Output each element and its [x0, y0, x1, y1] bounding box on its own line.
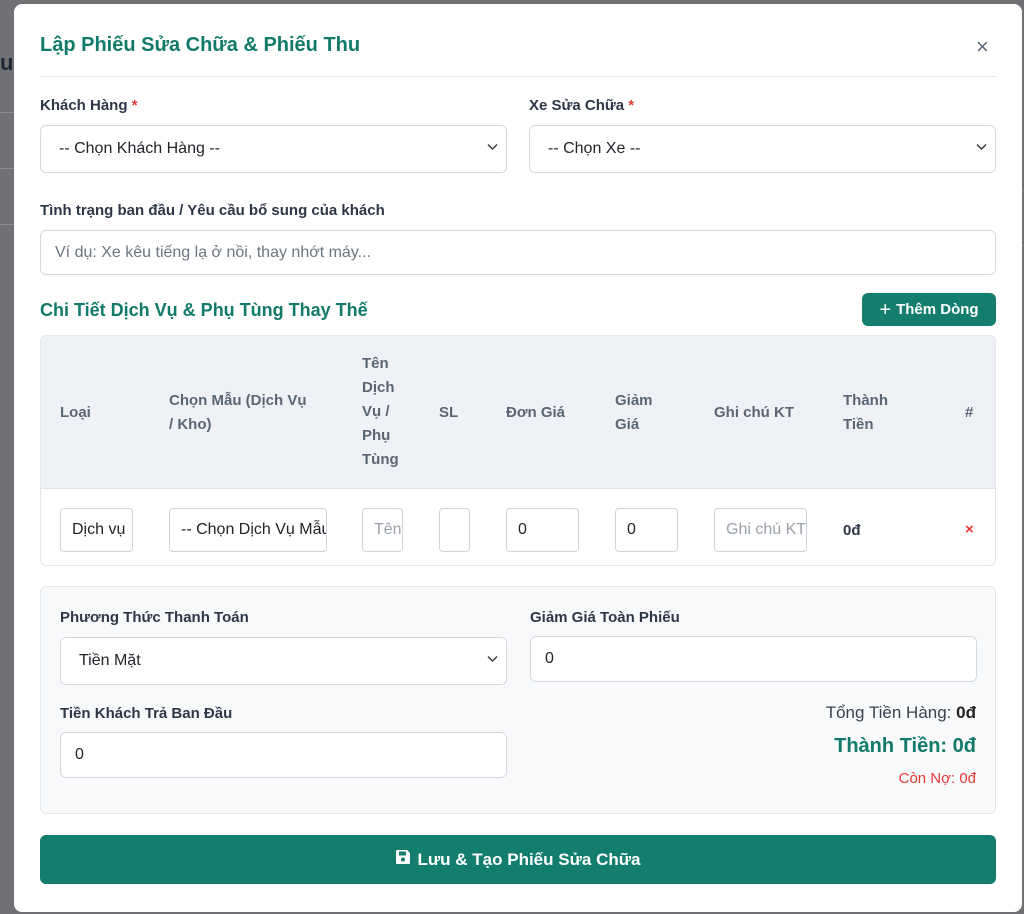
col-total: Thành Tiền: [843, 389, 888, 437]
col-total-line: Thành: [843, 392, 888, 409]
col-name-line: Tùng: [362, 451, 399, 468]
vehicle-label: Xe Sửa Chữa *: [529, 97, 634, 114]
remaining-debt: Còn Nợ: 0đ: [899, 770, 976, 787]
grand-total: Thành Tiền: 0đ: [834, 735, 976, 758]
initial-payment-input[interactable]: 0: [60, 732, 507, 778]
col-total-line: Tiền: [843, 416, 874, 433]
background-divider: [0, 112, 14, 113]
repair-order-modal: Lập Phiếu Sửa Chữa & Phiếu Thu × Khách H…: [14, 4, 1022, 912]
col-price: Đơn Giá: [506, 404, 566, 421]
debt-label: Còn Nợ:: [898, 770, 956, 787]
order-discount-input[interactable]: 0: [530, 636, 977, 682]
vehicle-select-value: -- Chọn Xe --: [548, 140, 641, 157]
order-discount-value: 0: [545, 650, 554, 667]
row-name-input[interactable]: Tên: [362, 508, 403, 552]
customer-label: Khách Hàng *: [40, 97, 138, 114]
row-price-input[interactable]: 0: [506, 508, 579, 552]
subtotal-value: 0đ: [956, 703, 976, 722]
row-total: 0đ: [843, 522, 861, 539]
subtotal-label: Tổng Tiền Hàng:: [825, 703, 952, 722]
chevron-down-icon: [487, 142, 498, 154]
row-type-value: Dịch vụ: [72, 521, 126, 538]
col-discount: Giảm Giá: [615, 389, 653, 437]
condition-placeholder: Ví dụ: Xe kêu tiếng lạ ở nồi, thay nhớt …: [55, 243, 371, 261]
close-icon[interactable]: ×: [976, 36, 989, 58]
chevron-down-icon: [976, 142, 987, 154]
order-discount-label: Giảm Giá Toàn Phiếu: [530, 609, 680, 626]
row-price-value: 0: [518, 521, 527, 538]
col-name-line: Tên: [362, 355, 389, 372]
background-text-fragment: u: [0, 50, 14, 75]
col-discount-line: Giảm: [615, 392, 653, 409]
background-divider: [0, 224, 14, 225]
vehicle-select[interactable]: -- Chọn Xe --: [529, 125, 996, 173]
row-note-placeholder: Ghi chú KT: [726, 521, 807, 538]
save-button-label: Lưu & Tạo Phiếu Sửa Chữa: [417, 849, 641, 869]
col-name-line: Phụ: [362, 427, 391, 444]
col-name: Tên Dịch Vụ / Phụ Tùng: [362, 352, 399, 472]
customer-label-text: Khách Hàng: [40, 97, 128, 114]
row-qty-input[interactable]: [439, 508, 470, 552]
customer-select[interactable]: -- Chọn Khách Hàng --: [40, 125, 507, 173]
col-action: #: [965, 404, 974, 421]
col-discount-line: Giá: [615, 416, 640, 433]
required-marker: *: [628, 97, 635, 114]
col-name-line: Vụ /: [362, 403, 390, 420]
header-divider: [40, 76, 996, 77]
chevron-down-icon: [487, 654, 498, 666]
payment-method-value: Tiền Mặt: [79, 652, 141, 669]
row-note-input[interactable]: Ghi chú KT: [714, 508, 807, 552]
save-icon: [395, 849, 417, 870]
add-row-label: Thêm Dòng: [896, 301, 979, 318]
vehicle-label-text: Xe Sửa Chữa: [529, 97, 625, 114]
add-row-button[interactable]: + Thêm Dòng: [862, 293, 996, 326]
condition-input[interactable]: Ví dụ: Xe kêu tiếng lạ ở nồi, thay nhớt …: [40, 230, 996, 275]
subtotal: Tổng Tiền Hàng: 0đ: [826, 703, 976, 723]
grand-total-value: 0đ: [952, 735, 976, 757]
details-section-title: Chi Tiết Dịch Vụ & Phụ Tùng Thay Thế: [40, 300, 368, 320]
plus-icon: +: [879, 298, 892, 321]
grand-total-label: Thành Tiền:: [834, 735, 948, 757]
customer-select-value: -- Chọn Khách Hàng --: [59, 140, 220, 157]
delete-icon[interactable]: ×: [965, 521, 974, 538]
initial-payment-label: Tiền Khách Trả Ban Đầu: [60, 705, 233, 722]
row-template-select[interactable]: -- Chọn Dịch Vụ Mẫu --: [169, 508, 327, 552]
condition-label: Tình trạng ban đầu / Yêu cầu bổ sung của…: [40, 202, 385, 219]
debt-value: 0đ: [959, 770, 976, 787]
payment-panel: Phương Thức Thanh Toán Tiền Mặt Giảm Giá…: [40, 586, 996, 814]
col-name-line: Dịch: [362, 379, 395, 396]
col-qty: SL: [439, 404, 459, 421]
modal-title: Lập Phiếu Sửa Chữa & Phiếu Thu: [40, 34, 361, 56]
col-type: Loại: [60, 404, 91, 421]
initial-payment-value: 0: [75, 746, 84, 763]
row-discount-input[interactable]: 0: [615, 508, 678, 552]
col-template-line: / Kho): [169, 416, 212, 433]
details-table: Loại Chọn Mẫu (Dịch Vụ / Kho) Tên Dịch V…: [40, 335, 996, 566]
col-template-line: Chọn Mẫu (Dịch Vụ: [169, 392, 307, 409]
row-discount-value: 0: [627, 521, 636, 538]
payment-method-select[interactable]: Tiền Mặt: [60, 637, 507, 685]
required-marker: *: [131, 97, 138, 114]
row-type-select[interactable]: Dịch vụ: [60, 508, 133, 552]
background-divider: [0, 168, 14, 169]
row-template-value: -- Chọn Dịch Vụ Mẫu --: [181, 521, 326, 538]
row-name-placeholder: Tên: [374, 521, 402, 538]
save-button[interactable]: Lưu & Tạo Phiếu Sửa Chữa: [40, 835, 996, 884]
table-header: Loại Chọn Mẫu (Dịch Vụ / Kho) Tên Dịch V…: [41, 336, 995, 489]
payment-method-label: Phương Thức Thanh Toán: [60, 609, 249, 626]
col-template: Chọn Mẫu (Dịch Vụ / Kho): [169, 389, 307, 437]
col-note: Ghi chú KT: [714, 404, 794, 421]
